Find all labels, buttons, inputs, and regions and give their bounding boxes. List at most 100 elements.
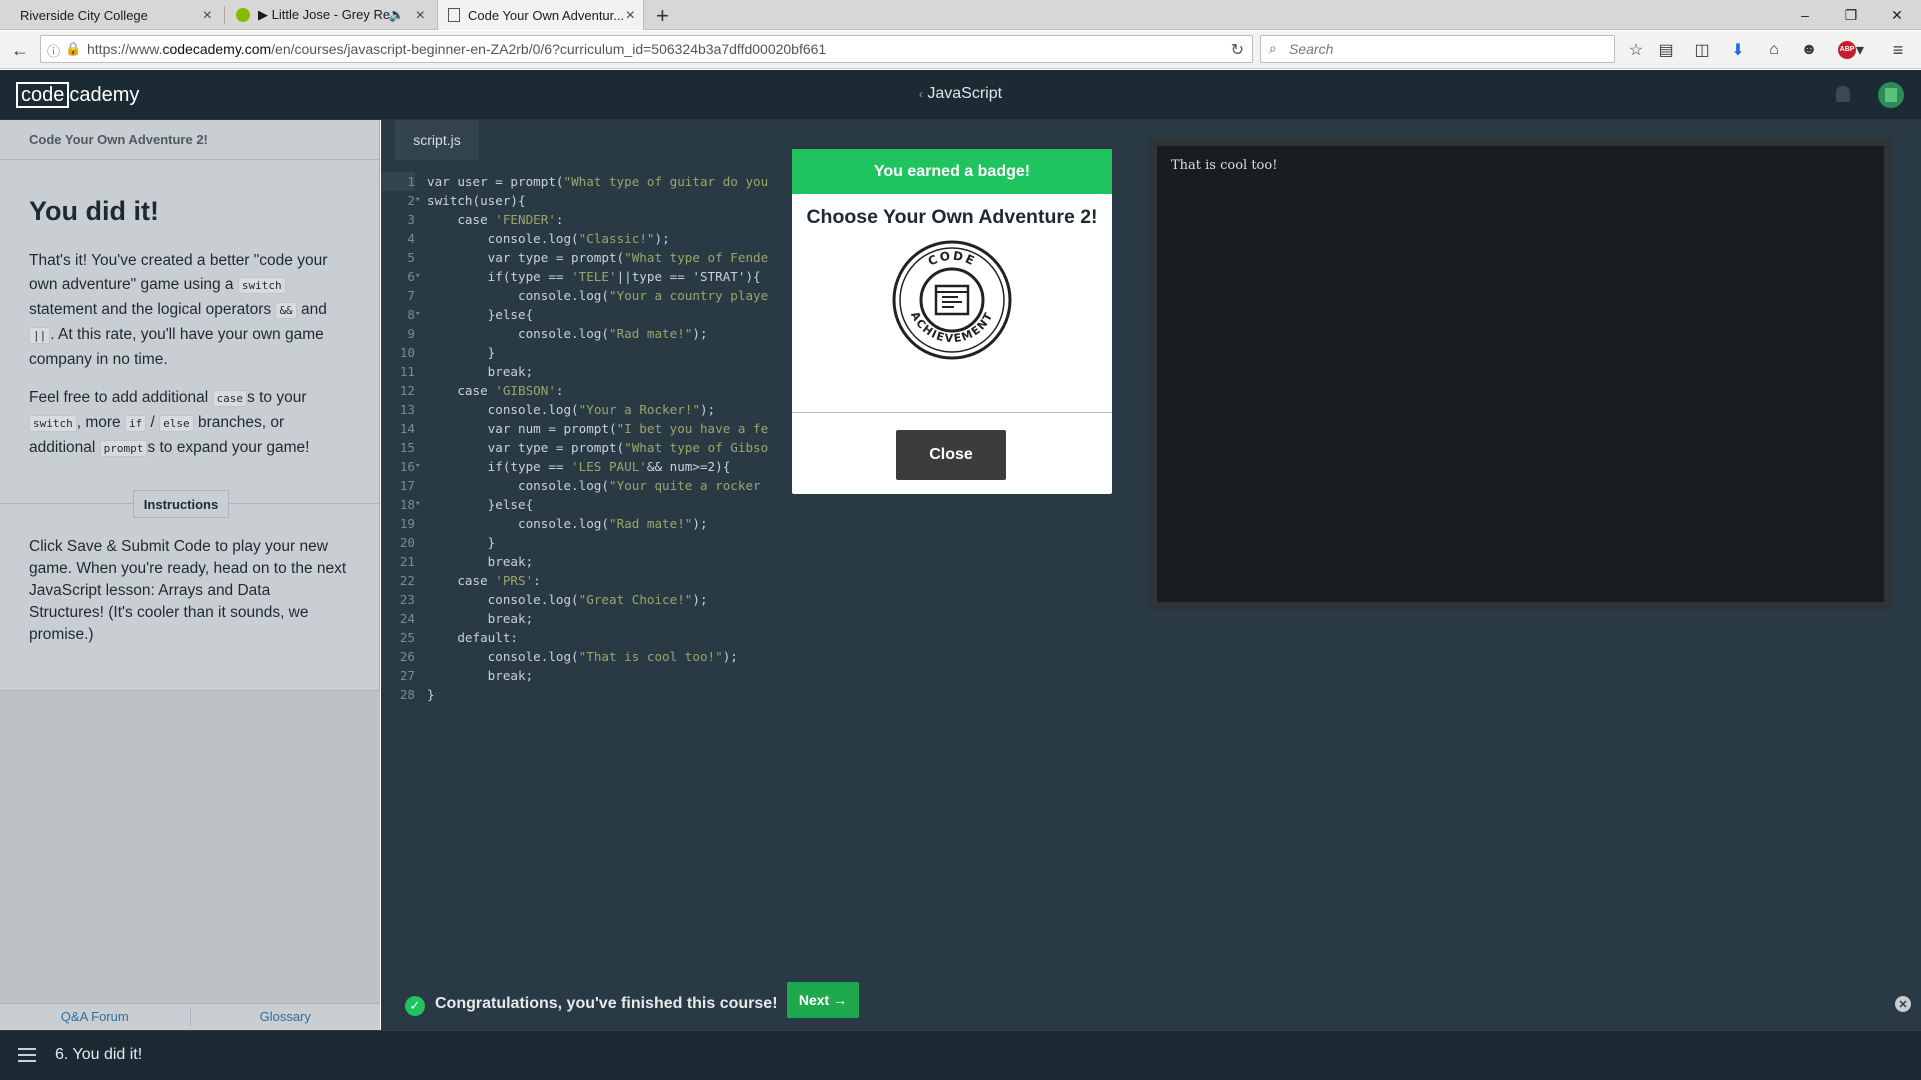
code-line[interactable]: 2 ▾ switch(user){	[381, 191, 781, 210]
browser-nav-bar: ← ⓘ 🔒 https://www. codecademy.com /en/co…	[0, 31, 1921, 69]
line-number: 15	[399, 440, 415, 455]
code-string: "Your quite a rocker	[608, 478, 761, 493]
code-text: var num = prompt(	[427, 421, 617, 436]
code-line[interactable]: 3 case 'FENDER':	[381, 210, 781, 229]
code-line[interactable]: 13 console.log("Your a Rocker!");	[381, 400, 781, 419]
code-text: var type = prompt(	[427, 250, 625, 265]
current-lesson-label[interactable]: 6. You did it!	[55, 1046, 142, 1064]
left-footer: Q&A Forum Glossary	[0, 1003, 380, 1030]
hamburger-menu-icon[interactable]	[18, 1048, 36, 1062]
code-line[interactable]: 22 case 'PRS':	[381, 571, 781, 590]
back-icon[interactable]: ←	[8, 38, 32, 62]
instructions-toggle[interactable]: Instructions	[133, 490, 229, 518]
code-line[interactable]: 24 break;	[381, 609, 781, 628]
close-tab-icon[interactable]: ×	[416, 7, 425, 25]
browser-tab-2[interactable]: ▶ Little Jose - Grey Re... 🔈 ×	[228, 0, 433, 30]
code-line[interactable]: 14 var num = prompt("I bet you have a fe	[381, 419, 781, 438]
download-icon[interactable]: ⬇	[1726, 38, 1750, 62]
line-number: 10	[399, 345, 415, 360]
code-line[interactable]: 23 console.log("Great Choice!");	[381, 590, 781, 609]
code-line[interactable]: 15 var type = prompt("What type of Gibso	[381, 438, 781, 457]
restore-button[interactable]: ❐	[1828, 0, 1874, 30]
new-tab-button[interactable]: +	[656, 3, 669, 29]
code-line[interactable]: 16 ▾ if(type == 'LES PAUL' && num>=2){	[381, 457, 781, 476]
window-close-button[interactable]: ✕	[1874, 0, 1920, 30]
next-button[interactable]: Next →	[787, 982, 859, 1018]
line-number: 22	[399, 573, 415, 588]
close-tab-icon[interactable]: ×	[203, 7, 212, 25]
qa-forum-link[interactable]: Q&A Forum	[0, 1004, 190, 1030]
code-text: );	[692, 516, 708, 531]
code-line[interactable]: 25 default:	[381, 628, 781, 647]
code-line[interactable]: 1 var user = prompt("What type of guitar …	[381, 172, 781, 191]
address-bar[interactable]: ⓘ 🔒 https://www. codecademy.com /en/cour…	[40, 35, 1253, 63]
code-line[interactable]: 19 console.log("Rad mate!");	[381, 514, 781, 533]
code-line[interactable]: 12 case 'GIBSON':	[381, 381, 781, 400]
code-text: }else{	[427, 307, 534, 322]
search-input[interactable]: ⌕ Search	[1260, 35, 1615, 63]
modal-header: You earned a badge!	[792, 149, 1112, 194]
close-icon[interactable]: ✕	[1895, 996, 1911, 1012]
code-line[interactable]: 27 break;	[381, 666, 781, 685]
code-line[interactable]: 6 ▾ if(type == 'TELE' ||type == 'STRAT'){	[381, 267, 781, 286]
code-text: break;	[427, 611, 534, 626]
code-text: console.log(	[427, 649, 579, 664]
code-text: :	[555, 383, 564, 398]
info-icon[interactable]: ⓘ	[47, 41, 60, 60]
code-string: "Rad mate!"	[608, 326, 693, 341]
text: s to expand your game!	[147, 439, 310, 456]
browser-tab-3[interactable]: Code Your Own Adventur... ×	[437, 0, 644, 30]
code-line[interactable]: 8 ▾ }else{	[381, 305, 781, 324]
menu-icon[interactable]: ≡	[1886, 38, 1910, 62]
empty-panel-area	[0, 691, 380, 1003]
fold-arrow-icon	[415, 343, 427, 362]
code-line[interactable]: 4 console.log("Classic!");	[381, 229, 781, 248]
glossary-link[interactable]: Glossary	[191, 1004, 381, 1030]
reload-icon[interactable]: ↻	[1231, 40, 1244, 60]
code-line[interactable]: 21 break;	[381, 552, 781, 571]
code-line[interactable]: 28}	[381, 685, 781, 704]
code-else: else	[159, 415, 194, 432]
code-line[interactable]: 10 }	[381, 343, 781, 362]
badge-modal: You earned a badge! Choose Your Own Adve…	[792, 149, 1112, 494]
line-number: 7	[407, 288, 415, 303]
code-line[interactable]: 26 console.log("That is cool too!");	[381, 647, 781, 666]
code-text: );	[692, 326, 708, 341]
file-tab[interactable]: script.js	[395, 120, 479, 160]
instructions-panel: Code Your Own Adventure 2! You did it! T…	[0, 120, 380, 1030]
speaker-icon[interactable]: 🔈	[389, 7, 405, 23]
code-line[interactable]: 18 ▾ }else{	[381, 495, 781, 514]
course-title[interactable]: ‹ JavaScript	[0, 85, 1921, 103]
lesson-content: You did it! That's it! You've created a …	[0, 160, 379, 493]
avatar[interactable]	[1878, 82, 1904, 108]
bottom-bar: 6. You did it!	[0, 1030, 1921, 1080]
line-number: 19	[399, 516, 415, 531]
home-icon[interactable]: ⌂	[1762, 38, 1786, 62]
code-text: default:	[427, 630, 518, 645]
code-line[interactable]: 9 console.log("Rad mate!");	[381, 324, 781, 343]
close-tab-icon[interactable]: ×	[626, 7, 635, 25]
code-text: var user = prompt(	[427, 174, 564, 189]
code-line[interactable]: 11 break;	[381, 362, 781, 381]
code-string: "Great Choice!"	[578, 592, 693, 607]
pocket-icon[interactable]: ◫	[1690, 38, 1714, 62]
code-line[interactable]: 20 }	[381, 533, 781, 552]
adblock-icon[interactable]: ABP ▾	[1834, 38, 1868, 62]
close-modal-button[interactable]: Close	[896, 430, 1006, 480]
code-line[interactable]: 7 console.log("Your a country playe	[381, 286, 781, 305]
code-text: if(type ==	[427, 459, 572, 474]
minimize-button[interactable]: –	[1782, 0, 1828, 30]
text: and	[296, 301, 327, 318]
code-editor[interactable]: 1 var user = prompt("What type of guitar …	[381, 172, 781, 704]
bookmark-star-icon[interactable]: ☆	[1624, 38, 1648, 62]
chat-icon[interactable]: ☻	[1797, 38, 1821, 62]
code-switch: switch	[29, 415, 77, 432]
browser-tab-1[interactable]: Riverside City College ×	[0, 0, 220, 30]
code-line[interactable]: 17 console.log("Your quite a rocker	[381, 476, 781, 495]
code-line[interactable]: 5 var type = prompt("What type of Fende	[381, 248, 781, 267]
line-number: 23	[399, 592, 415, 607]
spotify-icon	[236, 8, 250, 22]
reading-list-icon[interactable]: ▤	[1654, 38, 1678, 62]
bell-icon[interactable]	[1836, 86, 1850, 102]
fold-arrow-icon: ▾	[415, 195, 421, 205]
